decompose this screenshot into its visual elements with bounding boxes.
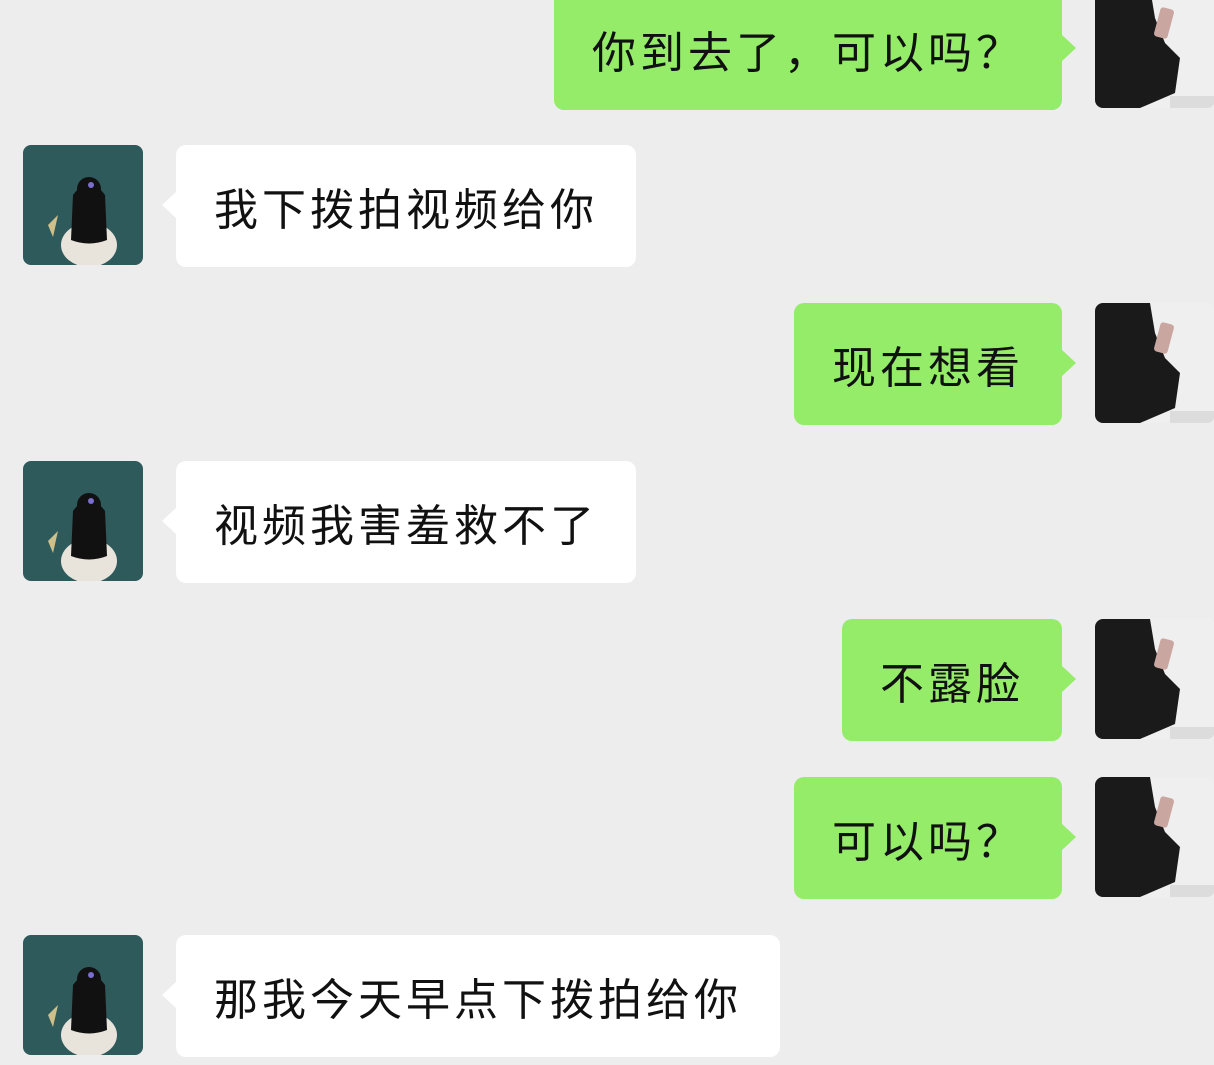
peer-avatar[interactable] bbox=[23, 145, 143, 265]
self-avatar[interactable] bbox=[1095, 0, 1214, 108]
message-text: 我下拨拍视频给你 bbox=[214, 185, 598, 236]
message-bubble-self[interactable]: 可以吗？ bbox=[794, 777, 1076, 899]
message-text: 视频我害羞救不了 bbox=[214, 501, 598, 552]
peer-avatar[interactable] bbox=[23, 935, 143, 1055]
message-row-self: 现在想看 bbox=[0, 303, 1214, 433]
message-text: 现在想看 bbox=[832, 343, 1024, 394]
message-row-self: 可以吗？ bbox=[0, 777, 1214, 907]
peer-avatar[interactable] bbox=[23, 461, 143, 581]
self-avatar[interactable] bbox=[1095, 777, 1214, 897]
message-bubble-peer[interactable]: 我下拨拍视频给你 bbox=[162, 145, 636, 267]
message-text: 你到去了，可以吗？ bbox=[592, 28, 1024, 79]
message-row-peer: 视频我害羞救不了 bbox=[0, 461, 1214, 591]
self-avatar[interactable] bbox=[1095, 303, 1214, 423]
message-bubble-self[interactable]: 你到去了，可以吗？ bbox=[554, 0, 1076, 110]
message-row-self: 不露脸 bbox=[0, 619, 1214, 749]
message-bubble-peer[interactable]: 那我今天早点下拨拍给你 bbox=[162, 935, 780, 1057]
message-row-self: 你到去了，可以吗？ bbox=[0, 0, 1214, 118]
message-text: 可以吗？ bbox=[832, 817, 1024, 868]
chat-message-list[interactable]: 你到去了，可以吗？ 我下拨拍视频给你 现在想看 视频我害羞救不了 不露脸 可以吗… bbox=[0, 0, 1214, 1057]
message-text: 那我今天早点下拨拍给你 bbox=[214, 975, 742, 1026]
message-row-peer: 我下拨拍视频给你 bbox=[0, 145, 1214, 275]
message-bubble-self[interactable]: 现在想看 bbox=[794, 303, 1076, 425]
message-bubble-self[interactable]: 不露脸 bbox=[842, 619, 1076, 741]
message-row-peer: 那我今天早点下拨拍给你 bbox=[0, 935, 1214, 1065]
self-avatar[interactable] bbox=[1095, 619, 1214, 739]
message-text: 不露脸 bbox=[880, 659, 1024, 710]
message-bubble-peer[interactable]: 视频我害羞救不了 bbox=[162, 461, 636, 583]
